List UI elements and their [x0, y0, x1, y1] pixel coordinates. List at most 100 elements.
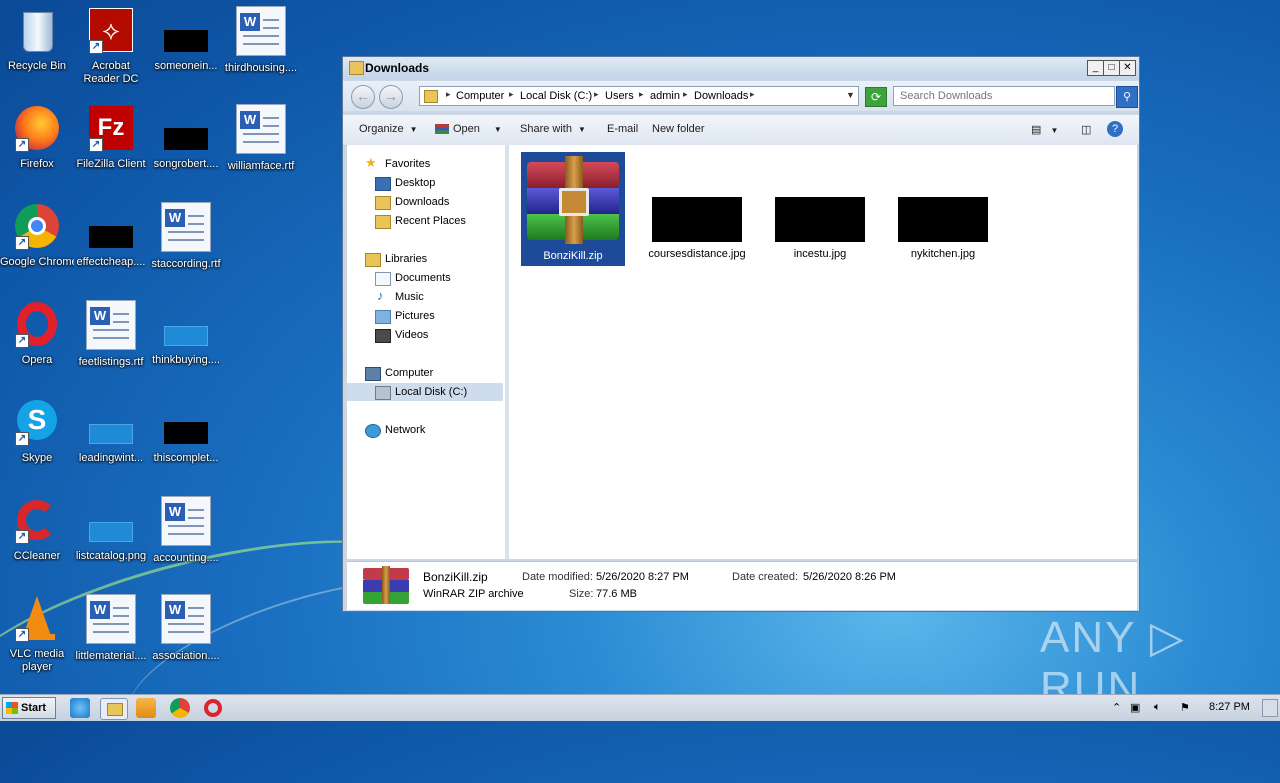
file-item[interactable]: incestu.jpg	[768, 197, 872, 261]
folder-icon	[107, 703, 123, 716]
star-icon: ★	[365, 155, 377, 170]
refresh-button[interactable]: ⟳	[865, 87, 887, 107]
nav-computer[interactable]: Computer	[347, 364, 503, 382]
action-center-icon[interactable]: ▣	[1130, 701, 1140, 714]
chevron-right-icon: ▸	[683, 89, 688, 99]
view-options-icon[interactable]: ▤ ▼	[1031, 123, 1058, 136]
open-button[interactable]: Open ▼	[435, 123, 502, 135]
music-icon: ♪	[377, 288, 384, 303]
desktop-icon-acrobat[interactable]: ⟡ ↗ Acrobat Reader DC	[74, 6, 148, 86]
email-button[interactable]: E-mail	[607, 123, 638, 135]
acrobat-icon: ⟡ ↗	[87, 6, 135, 54]
chevron-down-icon[interactable]: ▼	[846, 90, 855, 100]
desktop-icon-someonein[interactable]: someonein...	[149, 6, 223, 73]
file-list: BonziKill.zip coursesdistance.jpg incest…	[509, 145, 1137, 559]
desktop-icon	[375, 177, 391, 191]
nav-music[interactable]: ♪ Music	[347, 288, 503, 306]
desktop-icon-thiscomplet[interactable]: thiscomplet...	[149, 398, 223, 465]
search-box[interactable]	[893, 86, 1115, 106]
close-button[interactable]: ✕	[1119, 60, 1136, 76]
pictures-icon	[375, 310, 391, 324]
show-desktop-button[interactable]	[1262, 699, 1278, 717]
breadcrumb-admin[interactable]: admin	[650, 90, 680, 102]
nav-network[interactable]: Network	[347, 421, 503, 439]
file-item[interactable]: nykitchen.jpg	[891, 197, 995, 261]
opera-icon[interactable]	[204, 699, 222, 717]
breadcrumb-users[interactable]: Users	[605, 90, 634, 102]
desktop-icon-skype[interactable]: S ↗ Skype	[0, 398, 74, 465]
preview-pane-icon[interactable]: ◫	[1081, 123, 1091, 136]
chrome-icon: ↗	[13, 202, 61, 250]
desktop-icon-leadingwint[interactable]: leadingwint...	[74, 398, 148, 465]
ccleaner-icon: ↗	[13, 496, 61, 544]
date-modified-label: Date modified:	[522, 571, 593, 583]
minimize-button[interactable]: _	[1087, 60, 1104, 76]
desktop-icon-association[interactable]: W association....	[149, 594, 223, 663]
search-input[interactable]	[900, 90, 1100, 102]
address-bar[interactable]: ▸ Computer ▸ Local Disk (C:) ▸ Users ▸ a…	[419, 86, 859, 106]
chevron-right-icon: ▸	[750, 89, 755, 99]
breadcrumb-local-disk[interactable]: Local Disk (C:)	[520, 90, 592, 102]
organize-button[interactable]: Organize ▼	[359, 123, 418, 135]
chrome-icon[interactable]	[170, 698, 190, 718]
nav-desktop[interactable]: Desktop	[347, 174, 503, 192]
file-thumbnail-icon	[162, 300, 210, 348]
nav-videos[interactable]: Videos	[347, 326, 503, 344]
volume-icon[interactable]: 🔈︎	[1154, 701, 1161, 714]
computer-icon	[365, 367, 381, 381]
nav-libraries[interactable]: Libraries	[347, 250, 503, 268]
date-created-value: 5/26/2020 8:26 PM	[803, 571, 896, 583]
windows-logo-icon	[6, 702, 18, 714]
desktop-icon-littlematerial[interactable]: W littlematerial....	[74, 594, 148, 663]
chevron-right-icon: ▸	[594, 89, 599, 99]
desktop-icon-firefox[interactable]: ↗ Firefox	[0, 104, 74, 171]
desktop-icon-listcatalog[interactable]: listcatalog.png	[74, 496, 148, 563]
media-player-icon[interactable]	[136, 698, 156, 718]
explorer-taskbar-icon[interactable]	[100, 698, 128, 720]
nav-pictures[interactable]: Pictures	[347, 307, 503, 325]
start-button[interactable]: Start	[2, 697, 56, 719]
desktop-icon-williamface[interactable]: W williamface.rtf	[224, 104, 298, 173]
chevron-up-icon[interactable]: ⌃	[1112, 701, 1121, 714]
image-thumbnail	[898, 197, 988, 242]
desktop-icon-opera[interactable]: ↗ Opera	[0, 300, 74, 367]
file-item[interactable]: coursesdistance.jpg	[645, 197, 749, 261]
clock[interactable]: 8:27 PM	[1209, 701, 1250, 713]
desktop-icon-chrome[interactable]: ↗ Google Chrome	[0, 202, 74, 269]
file-thumbnail-icon	[87, 496, 135, 544]
forward-button[interactable]: →	[379, 85, 403, 109]
share-with-button[interactable]: Share with ▼	[520, 123, 586, 135]
internet-explorer-icon[interactable]	[70, 698, 90, 718]
desktop-icon-feetlistings[interactable]: W feetlistings.rtf	[74, 300, 148, 369]
winrar-archive-icon	[527, 156, 619, 244]
nav-local-disk[interactable]: Local Disk (C:)	[347, 383, 503, 401]
breadcrumb-downloads[interactable]: Downloads	[694, 90, 748, 102]
nav-recent-places[interactable]: Recent Places	[347, 212, 503, 230]
maximize-button[interactable]: □	[1103, 60, 1120, 76]
breadcrumb-computer[interactable]: Computer	[456, 90, 504, 102]
back-button[interactable]: ←	[351, 85, 375, 109]
desktop-icon-recycle-bin[interactable]: Recycle Bin	[0, 6, 74, 73]
file-item[interactable]: BonziKill.zip	[521, 152, 625, 266]
desktop-icon-filezilla[interactable]: Fz ↗ FileZilla Client	[74, 104, 148, 171]
new-folder-button[interactable]: New folder	[652, 123, 705, 135]
desktop-icon-vlc[interactable]: ↗ VLC media player	[0, 594, 74, 674]
nav-documents[interactable]: Documents	[347, 269, 503, 287]
nav-downloads[interactable]: Downloads	[347, 193, 503, 211]
desktop-icon-songrobert[interactable]: songrobert....	[149, 104, 223, 171]
size-label: Size:	[569, 588, 594, 600]
desktop-icon-staccording[interactable]: W staccording.rtf	[149, 202, 223, 271]
desktop-icon-ccleaner[interactable]: ↗ CCleaner	[0, 496, 74, 563]
nav-favorites[interactable]: ★ Favorites	[347, 155, 503, 173]
desktop-icon-accounting[interactable]: W accounting....	[149, 496, 223, 565]
image-thumbnail	[652, 197, 742, 242]
desktop-icon-thinkbuying[interactable]: thinkbuying....	[149, 300, 223, 367]
word-document-icon: W	[236, 104, 286, 154]
desktop-icon-effectcheap[interactable]: effectcheap....	[74, 202, 148, 269]
title-bar[interactable]: Downloads _ □ ✕	[343, 57, 1139, 79]
flag-icon[interactable]: ⚑	[1180, 701, 1190, 714]
help-icon[interactable]: ?	[1107, 121, 1123, 137]
chevron-right-icon: ▸	[446, 89, 451, 99]
search-icon[interactable]: ⚲	[1116, 86, 1138, 108]
desktop-icon-thirdhousing[interactable]: W thirdhousing....	[224, 6, 298, 75]
